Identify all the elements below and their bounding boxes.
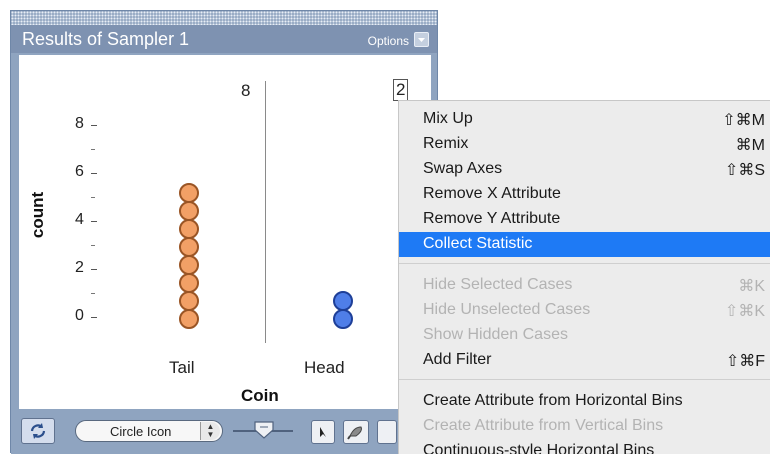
menu-item-collect-statistic[interactable]: Collect Statistic [399,232,770,257]
menu-item-label: Remove X Attribute [423,185,561,202]
y-tick-label: 0 [75,307,84,324]
menu-item-label: Create Attribute from Vertical Bins [423,417,664,434]
menu-item-label: Swap Axes [423,160,503,177]
menu-item-label: Collect Statistic [423,235,533,252]
tail-case-dot[interactable] [179,309,199,329]
menu-item-create-attribute-horizontal-bins[interactable]: Create Attribute from Horizontal Bins [399,389,770,414]
arrow-cursor-icon [320,427,326,437]
menu-item-shortcut: ⇧⌘M [722,112,765,129]
menu-separator [399,263,770,264]
y-minor-tick [91,149,95,150]
graph-toolbar: Circle Icon ▲ ▼ [11,409,437,454]
options-label[interactable]: Options [368,34,409,48]
point-style-value: Circle Icon [110,424,172,439]
x-axis-label[interactable]: Coin [241,386,279,406]
menu-item-shortcut: ⇧⌘K [724,303,765,320]
select-stepper-icon: ▲ ▼ [200,422,220,440]
menu-item-label: Mix Up [423,110,473,127]
y-minor-tick [91,197,95,198]
brush-icon [347,426,362,440]
menu-item-shortcut: ⌘K [738,278,765,295]
tail-case-dot[interactable] [179,273,199,293]
category-divider [265,81,266,343]
menu-item-continuous-horizontal-bins[interactable]: Continuous-style Horizontal Bins [399,439,770,454]
menu-item-label: Hide Selected Cases [423,276,573,293]
menu-item-hide-selected-cases[interactable]: Hide Selected Cases ⌘K [399,273,770,298]
head-case-dot[interactable] [333,291,353,311]
tail-case-dot[interactable] [179,255,199,275]
menu-item-label: Show Hidden Cases [423,326,568,343]
y-tick-mark [91,221,97,222]
y-minor-tick [91,293,95,294]
tail-case-dot[interactable] [179,219,199,239]
head-case-dot[interactable] [333,309,353,329]
context-menu: Mix Up ⇧⌘M Remix ⌘M Swap Axes ⇧⌘S Remove… [398,100,770,454]
y-tick-label: 6 [75,163,84,180]
menu-item-label: Hide Unselected Cases [423,301,591,318]
menu-item-shortcut: ⇧⌘F [725,353,765,370]
menu-item-hide-unselected-cases[interactable]: Hide Unselected Cases ⇧⌘K [399,298,770,323]
tail-count-label: 8 [241,81,251,100]
x-category-head: Head [304,358,345,377]
menu-item-add-filter[interactable]: Add Filter ⇧⌘F [399,348,770,373]
menu-separator [399,379,770,380]
window-drag-handle[interactable] [11,11,437,25]
rerandomize-button[interactable] [21,418,55,444]
menu-item-swap-axes[interactable]: Swap Axes ⇧⌘S [399,157,770,182]
menu-item-mix-up[interactable]: Mix Up ⇧⌘M [399,107,770,132]
menu-item-shortcut: ⇧⌘S [724,162,765,179]
menu-item-label: Add Filter [423,351,492,368]
window-title: Results of Sampler 1 [22,29,190,49]
y-axis-label[interactable]: count [28,190,48,240]
menu-item-create-attribute-vertical-bins[interactable]: Create Attribute from Vertical Bins [399,414,770,439]
options-dropdown-button[interactable] [414,32,429,47]
y-tick-label: 4 [75,211,84,228]
tail-case-dot[interactable] [179,291,199,311]
menu-item-label: Create Attribute from Horizontal Bins [423,392,683,409]
menu-item-label: Remix [423,135,469,152]
tail-case-dot[interactable] [179,183,199,203]
tail-case-dot[interactable] [179,201,199,221]
x-category-tail: Tail [169,358,195,377]
chevron-down-icon [418,38,425,42]
menu-item-remove-x-attribute[interactable]: Remove X Attribute [399,182,770,207]
menu-item-remove-y-attribute[interactable]: Remove Y Attribute [399,207,770,232]
menu-item-show-hidden-cases[interactable]: Show Hidden Cases [399,323,770,348]
y-minor-tick [91,245,95,246]
brush-tool-button[interactable] [343,420,369,444]
y-tick-label: 2 [75,259,84,276]
menu-item-shortcut: ⌘M [735,137,765,154]
point-style-select[interactable]: Circle Icon ▲ ▼ [75,420,223,442]
slider-icon [254,421,274,439]
graph-window: Results of Sampler 1 Options count 8 6 4… [10,10,438,454]
y-tick-mark [91,125,97,126]
menu-item-label: Continuous-style Horizontal Bins [423,442,655,454]
menu-item-label: Remove Y Attribute [423,210,561,227]
menu-item-remix[interactable]: Remix ⌘M [399,132,770,157]
y-tick-label: 8 [75,115,84,132]
head-count-label[interactable]: 2 [393,79,409,101]
y-tick-mark [91,317,97,318]
y-tick-mark [91,269,97,270]
select-tool-button[interactable] [311,420,335,444]
point-size-slider-thumb[interactable] [253,420,275,445]
tail-case-dot[interactable] [179,237,199,257]
window-titlebar[interactable]: Results of Sampler 1 Options [11,25,437,53]
y-tick-mark [91,173,97,174]
more-tools-button[interactable] [377,420,397,444]
graph-plot-area[interactable]: count 8 6 4 2 0 8 2 Tail Head Coin [19,55,431,409]
rerandomize-icon [30,423,46,439]
